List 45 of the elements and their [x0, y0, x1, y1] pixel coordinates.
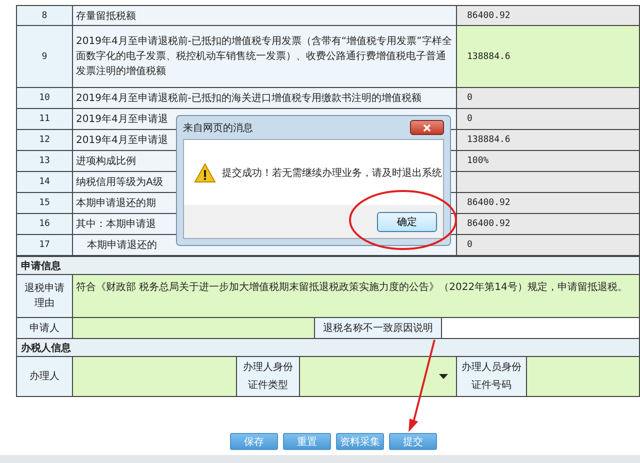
input-field[interactable]: [527, 357, 640, 397]
caret-icon: [439, 374, 448, 379]
row-number: 10: [17, 88, 73, 109]
value-cell: 138884.6: [457, 26, 640, 88]
item-label: 2019年4月至申请退税前-已抵扣的海关进口增值税专用缴款书注明的增值税额: [73, 88, 457, 109]
form-button[interactable]: 重置: [283, 433, 331, 450]
form-button[interactable]: 保存: [230, 433, 278, 450]
value-cell: 0: [457, 109, 640, 130]
item-label: 2019年4月至申请退税前-已抵扣的增值税专用发票（含带有“增值税专用发票”字样全面数字化的电子发票、税控机动车销售统一发票）、收费公路通行费增值税电子普通发票注明的增值税额: [73, 26, 457, 88]
value-cell: 86400.92: [457, 193, 640, 214]
warning-icon: [194, 162, 216, 182]
value-cell: 86400.92: [457, 6, 640, 26]
field-label: 退税名称不一致原因说明: [315, 318, 442, 339]
dropdown-field[interactable]: [300, 357, 457, 397]
section-title: 办税人信息: [17, 339, 640, 357]
row-number: 9: [17, 26, 73, 88]
section-title: 申请信息: [17, 257, 640, 275]
row-number: 13: [17, 151, 73, 172]
row-number: 17: [17, 235, 73, 256]
row-number: 8: [17, 6, 73, 26]
row-number: 11: [17, 109, 73, 130]
value-cell: 100%: [457, 151, 640, 172]
field-label: 办理人身份证件类型: [237, 357, 300, 397]
applicant-field[interactable]: [73, 318, 315, 339]
row-number: 15: [17, 193, 73, 214]
row-number: 14: [17, 172, 73, 193]
field-label: 退税申请理由: [17, 275, 73, 318]
field-label: 办理人员身份证件号码: [457, 357, 527, 397]
field-label: 办理人: [17, 357, 73, 397]
value-cell: 138884.6: [457, 130, 640, 151]
row-number: 12: [17, 130, 73, 151]
close-icon: [423, 124, 431, 132]
value-cell: 0: [457, 88, 640, 109]
row-number: 16: [17, 214, 73, 235]
field-label: 申请人: [17, 318, 73, 339]
value-cell: 0: [457, 235, 640, 256]
ok-button[interactable]: 确定: [377, 212, 437, 232]
item-label: 存量留抵税额: [73, 6, 457, 26]
input-field[interactable]: [442, 318, 640, 339]
agent-field[interactable]: [73, 357, 237, 397]
form-button[interactable]: 提交: [389, 433, 437, 450]
form-button[interactable]: 资料采集: [336, 433, 384, 450]
value-cell: 86400.92: [457, 214, 640, 235]
reason-field[interactable]: 符合《财政部 税务总局关于进一步加大增值税期末留抵退税政策实施力度的公告》（2022年第14号）规定，申请留抵退税。: [73, 275, 640, 318]
close-button[interactable]: [410, 120, 444, 135]
